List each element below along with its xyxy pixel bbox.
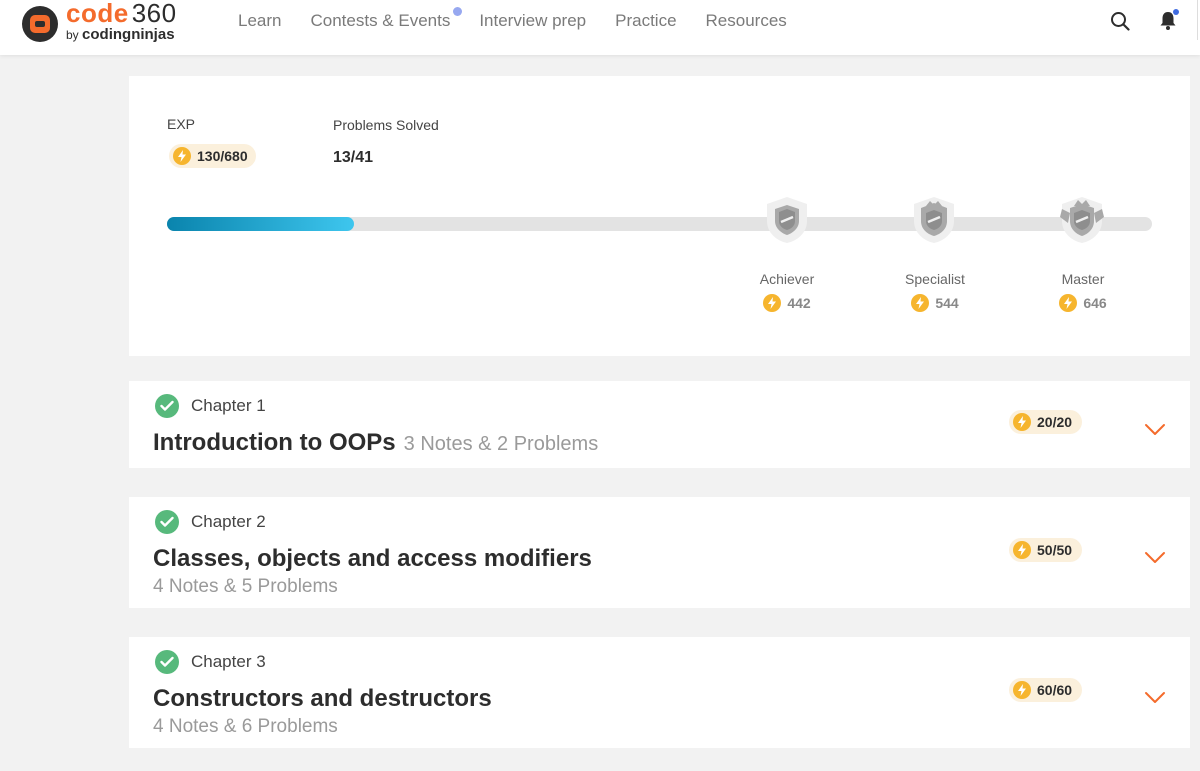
chapter-title: Constructors and destructors bbox=[153, 685, 492, 712]
chapter-title: Classes, objects and access modifiers bbox=[153, 545, 592, 572]
milestone-achiever-exp: 442 bbox=[737, 294, 837, 312]
milestone-master-name: Master bbox=[1061, 271, 1105, 287]
header-divider bbox=[1197, 0, 1198, 40]
notification-dot bbox=[1173, 9, 1179, 15]
lightning-icon bbox=[1013, 541, 1031, 559]
chapter-exp-badge: 60/60 bbox=[1009, 678, 1083, 702]
chapter-card-2[interactable]: Chapter 2 Classes, objects and access mo… bbox=[129, 497, 1190, 608]
milestone-specialist-name: Specialist bbox=[905, 271, 965, 287]
problems-solved-value: 13/41 bbox=[333, 149, 374, 166]
code360-logo[interactable]: code 360 by codingninjas bbox=[22, 0, 192, 46]
new-indicator-dot bbox=[453, 7, 463, 16]
chapter-number: Chapter 1 bbox=[191, 396, 266, 415]
exp-value: 130/680 bbox=[197, 148, 248, 164]
exp-badge: 130/680 bbox=[169, 144, 256, 168]
chapter-number: Chapter 2 bbox=[191, 512, 266, 531]
completed-check-icon bbox=[155, 394, 179, 418]
completed-check-icon bbox=[155, 510, 179, 534]
nav-contests-events[interactable]: Contests & Events bbox=[310, 7, 463, 31]
lightning-icon bbox=[173, 147, 191, 165]
exp-label: EXP bbox=[167, 116, 196, 132]
milestone-achiever-name: Achiever bbox=[759, 271, 815, 287]
logo-byline: by codingninjas bbox=[66, 26, 175, 43]
milestone-specialist-exp: 544 bbox=[885, 294, 985, 312]
chapter-number: Chapter 3 bbox=[191, 652, 266, 671]
logo-wordmark: code 360 bbox=[66, 0, 177, 28]
lightning-icon bbox=[1013, 681, 1031, 699]
exp-progress-track bbox=[167, 217, 1152, 231]
master-shield-icon bbox=[1058, 195, 1106, 245]
chevron-down-icon[interactable] bbox=[1144, 423, 1166, 437]
achiever-shield-icon bbox=[763, 195, 811, 245]
lightning-icon bbox=[1059, 294, 1078, 312]
nav-learn[interactable]: Learn bbox=[238, 11, 281, 31]
specialist-shield-icon bbox=[910, 195, 958, 245]
search-icon[interactable] bbox=[1110, 11, 1130, 31]
lightning-icon bbox=[1013, 413, 1031, 431]
nav-interview-prep[interactable]: Interview prep bbox=[479, 11, 586, 31]
exp-progress-fill bbox=[167, 217, 355, 231]
top-header: code 360 by codingninjas Learn Contests &… bbox=[0, 0, 1200, 55]
chapter-meta: 4 Notes & 6 Problems bbox=[153, 716, 338, 737]
progress-card: EXP 130/680 Problems Solved 13/41 Achiev… bbox=[129, 76, 1190, 356]
chevron-down-icon[interactable] bbox=[1144, 551, 1166, 565]
completed-check-icon bbox=[155, 650, 179, 674]
logo-mark-icon bbox=[22, 6, 58, 42]
main-nav: Learn Contests & Events Interview prep P… bbox=[238, 7, 787, 31]
chapter-exp-badge: 50/50 bbox=[1009, 538, 1083, 562]
nav-practice[interactable]: Practice bbox=[615, 11, 676, 31]
chapter-meta: 4 Notes & 5 Problems bbox=[153, 576, 338, 597]
chapter-card-3[interactable]: Chapter 3 Constructors and destructors 4… bbox=[129, 637, 1190, 748]
chevron-down-icon[interactable] bbox=[1144, 691, 1166, 705]
nav-resources[interactable]: Resources bbox=[706, 11, 787, 31]
chapter-title: Introduction to OOPs 3 Notes & 2 Problems bbox=[153, 429, 599, 456]
bell-icon[interactable] bbox=[1159, 9, 1179, 31]
chapter-meta: 3 Notes & 2 Problems bbox=[403, 433, 599, 455]
chapter-exp-badge: 20/20 bbox=[1009, 410, 1083, 434]
milestone-master-exp: 646 bbox=[1033, 294, 1133, 312]
chapter-card-1[interactable]: Chapter 1 Introduction to OOPs 3 Notes & … bbox=[129, 381, 1190, 468]
lightning-icon bbox=[763, 294, 782, 312]
problems-solved-label: Problems Solved bbox=[333, 117, 439, 133]
lightning-icon bbox=[911, 294, 930, 312]
